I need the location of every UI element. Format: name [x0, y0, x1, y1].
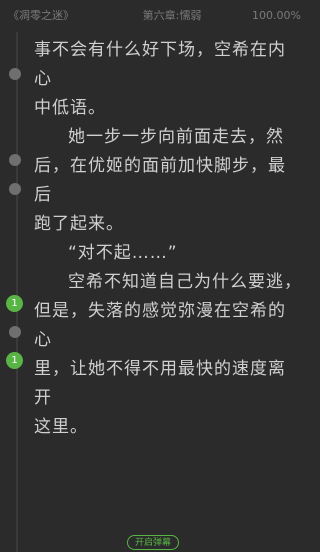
text-line: 中低语。: [34, 98, 106, 118]
text-line: 跑了起来。: [34, 214, 124, 234]
comment-gutter-line: [16, 32, 18, 552]
danmaku-toggle-button[interactable]: 开启弹幕: [127, 535, 179, 550]
chapter-text: 事不会有什么好下场，空希在内心 中低语。 她一步一步向前面走去，然 后，在优姬的…: [34, 36, 302, 442]
text-line: 空希不知道自己为什么要逃，: [68, 272, 302, 292]
text-line: 这里。: [34, 417, 88, 437]
text-line: 她一步一步向前面走去，然: [68, 127, 284, 147]
reading-progress: 100.00%: [252, 8, 301, 22]
text-line: 后，在优姬的面前加快脚步，最后: [34, 156, 286, 205]
text-line: 但是，失落的感觉弥漫在空希的心: [34, 301, 286, 350]
paragraph-comment-count-badge[interactable]: 1: [6, 352, 23, 369]
paragraph-comment-marker[interactable]: [9, 183, 21, 195]
book-title: 《凋零之迷》: [8, 9, 74, 22]
paragraph-comment-marker[interactable]: [9, 326, 21, 338]
text-line: “对不起……”: [68, 243, 178, 263]
paragraph-comment-marker[interactable]: [9, 154, 21, 166]
paragraph-comment-marker[interactable]: [9, 68, 21, 80]
text-line: 里，让她不得不用最快的速度离开: [34, 359, 286, 408]
text-line: 事不会有什么好下场，空希在内心: [34, 40, 286, 89]
reader-header: 《凋零之迷》 第六章:懦弱 100.00%: [0, 0, 309, 30]
paragraph-comment-count-badge[interactable]: 1: [6, 295, 23, 312]
chapter-title: 第六章:懦弱: [142, 9, 202, 22]
